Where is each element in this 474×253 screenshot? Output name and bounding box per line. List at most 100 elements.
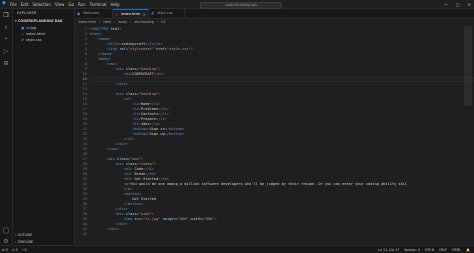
line-number: 26 xyxy=(82,152,87,156)
css-file-icon: # xyxy=(151,11,155,16)
breadcrumb-item[interactable]: index.html xyxy=(78,20,96,24)
menu-help[interactable]: Help xyxy=(111,2,120,7)
line-number: 40 xyxy=(82,222,87,226)
menu-selection[interactable]: Selection xyxy=(32,2,50,7)
code-line[interactable]: <h1>CODERCRAFT</h1> xyxy=(89,72,165,77)
warnings-status[interactable]: ⚠ 0 xyxy=(12,248,18,252)
line-number: 15 xyxy=(82,97,87,101)
activity-bar: ❐ ⌕ ⑂ ▷ ⊞ ◯ ⚙ xyxy=(0,9,13,252)
breadcrumb-item[interactable]: div.heading xyxy=(134,20,154,24)
line-number: 5 xyxy=(84,47,87,51)
timeline-section[interactable]: › TIMELINE xyxy=(15,240,33,244)
line-number: 22 xyxy=(82,132,87,136)
chevron-right-icon: › xyxy=(114,20,116,24)
file-name: style.css xyxy=(26,38,42,42)
code-line[interactable]: </nav> xyxy=(89,147,119,152)
html-file-icon: ◇ xyxy=(115,12,119,17)
line-number: 38 xyxy=(82,212,87,216)
editor-bottom-strip xyxy=(75,240,474,244)
file-name: ci.jpg xyxy=(26,26,37,30)
code-editor[interactable]: 1 2 3 4 5 6 7 8 9 10 11 12 13 14 15 16 17 18 19 20 21 22 23 24 2… xyxy=(75,26,474,240)
file-item[interactable]: ◇ index.html xyxy=(21,32,45,36)
menu-view[interactable]: View xyxy=(55,2,65,7)
line-number: 27 xyxy=(82,157,87,161)
outline-section[interactable]: › OUTLINE xyxy=(15,233,32,237)
title-bar: ◆ File Edit Selection View Go Run Termin… xyxy=(0,0,474,9)
tab-label: index.html xyxy=(121,12,141,16)
outline-label: OUTLINE xyxy=(17,233,33,237)
breadcrumb: index.html › html › body › div.heading › h1 xyxy=(78,19,166,25)
line-number: 25 xyxy=(82,147,87,151)
line-number: 41 xyxy=(82,227,87,231)
line-number: 39 xyxy=(82,217,87,221)
file-item[interactable]: ▣ ci.jpg xyxy=(21,26,36,30)
chevron-right-icon: › xyxy=(156,20,159,24)
maximize-button[interactable]: □ xyxy=(456,2,460,7)
code-line[interactable]: <p>You would be one among a million soft… xyxy=(89,182,407,187)
close-button[interactable]: ✕ xyxy=(468,2,471,7)
line-number: 42 xyxy=(82,232,87,236)
line-number: 8 xyxy=(84,62,87,66)
line-number: 21 xyxy=(82,127,87,131)
folder-root[interactable]: ▾ CODERDPLANDING RAK xyxy=(15,19,63,23)
line-number: 1 xyxy=(84,27,87,31)
menu-bar: File Edit Selection View Go Run Terminal… xyxy=(10,0,120,8)
account-icon[interactable]: ◯ xyxy=(2,227,10,235)
ports-status[interactable]: ⑂ 0 xyxy=(22,248,27,252)
breadcrumb-item[interactable]: body xyxy=(119,20,127,24)
search-icon[interactable]: ⌕ xyxy=(2,24,10,32)
chevron-right-icon: › xyxy=(99,20,101,24)
line-number: 16 xyxy=(82,102,87,106)
code-line[interactable]: </div> xyxy=(89,82,128,87)
menu-edit[interactable]: Edit xyxy=(21,2,29,7)
line-ending[interactable]: CRLF xyxy=(439,248,447,252)
source-control-icon[interactable]: ⑂ xyxy=(2,36,10,44)
menu-terminal[interactable]: Terminal xyxy=(90,2,107,7)
tab-welcome[interactable]: ◆ Welcome xyxy=(75,9,113,18)
css-file-icon: # xyxy=(21,38,25,42)
code-area[interactable]: <!DOCTYPE html> <html> <head> <title>codi… xyxy=(89,26,474,240)
image-file-icon: ▣ xyxy=(21,26,25,30)
tab-style-css[interactable]: # style.css xyxy=(149,9,185,18)
tab-index-html[interactable]: ◇ index.html × xyxy=(113,9,149,18)
line-number: 20 xyxy=(82,122,87,126)
extensions-icon[interactable]: ⊞ xyxy=(2,60,10,68)
welcome-icon: ◆ xyxy=(77,11,81,16)
line-number: 3 xyxy=(84,37,87,41)
errors-status[interactable]: ⊗ 0 xyxy=(2,248,8,252)
timeline-label: TIMELINE xyxy=(17,240,34,244)
command-center-search[interactable]: codechtunding ask xyxy=(200,1,282,9)
breadcrumb-item[interactable]: h1 xyxy=(161,20,165,24)
cursor-position[interactable]: Ln 11, Col 17 xyxy=(378,248,399,252)
line-number: 37 xyxy=(82,207,87,211)
line-number: 13 xyxy=(82,87,87,91)
run-debug-icon[interactable]: ▷ xyxy=(2,48,10,56)
line-number: 36 xyxy=(82,202,87,206)
file-item[interactable]: # style.css xyxy=(21,38,42,42)
menu-run[interactable]: Run xyxy=(78,2,86,7)
folder-name: CODERDPLANDING RAK xyxy=(17,19,63,23)
window-controls: — □ ✕ xyxy=(444,0,471,8)
notifications-bell-icon[interactable]: 🔔 xyxy=(466,248,470,252)
line-number: 18 xyxy=(82,112,87,116)
line-number: 23 xyxy=(82,137,87,141)
breadcrumb-item[interactable]: html xyxy=(103,20,111,24)
line-number: 34 xyxy=(82,192,87,196)
code-line[interactable]: </div> xyxy=(89,227,119,232)
minimize-button[interactable]: — xyxy=(444,2,448,7)
language-mode[interactable]: HTML xyxy=(452,248,461,252)
menu-file[interactable]: File xyxy=(10,2,17,7)
line-number: 29 xyxy=(82,167,87,171)
menu-go[interactable]: Go xyxy=(68,2,74,7)
line-number: 14 xyxy=(82,92,87,96)
explorer-header: EXPLORER xyxy=(17,11,37,15)
line-number: 12 xyxy=(82,82,87,86)
minimap[interactable] xyxy=(464,26,472,106)
encoding[interactable]: UTF-8 xyxy=(425,248,434,252)
line-number: 11 xyxy=(82,77,87,81)
line-number-gutter: 1 2 3 4 5 6 7 8 9 10 11 12 13 14 15 16 17 18 19 20 21 22 23 24 2… xyxy=(75,26,87,240)
line-number: 4 xyxy=(84,42,87,46)
close-tab-icon[interactable]: × xyxy=(143,10,146,19)
explorer-icon[interactable]: ❐ xyxy=(2,12,10,20)
indentation[interactable]: Spaces: 4 xyxy=(404,248,420,252)
